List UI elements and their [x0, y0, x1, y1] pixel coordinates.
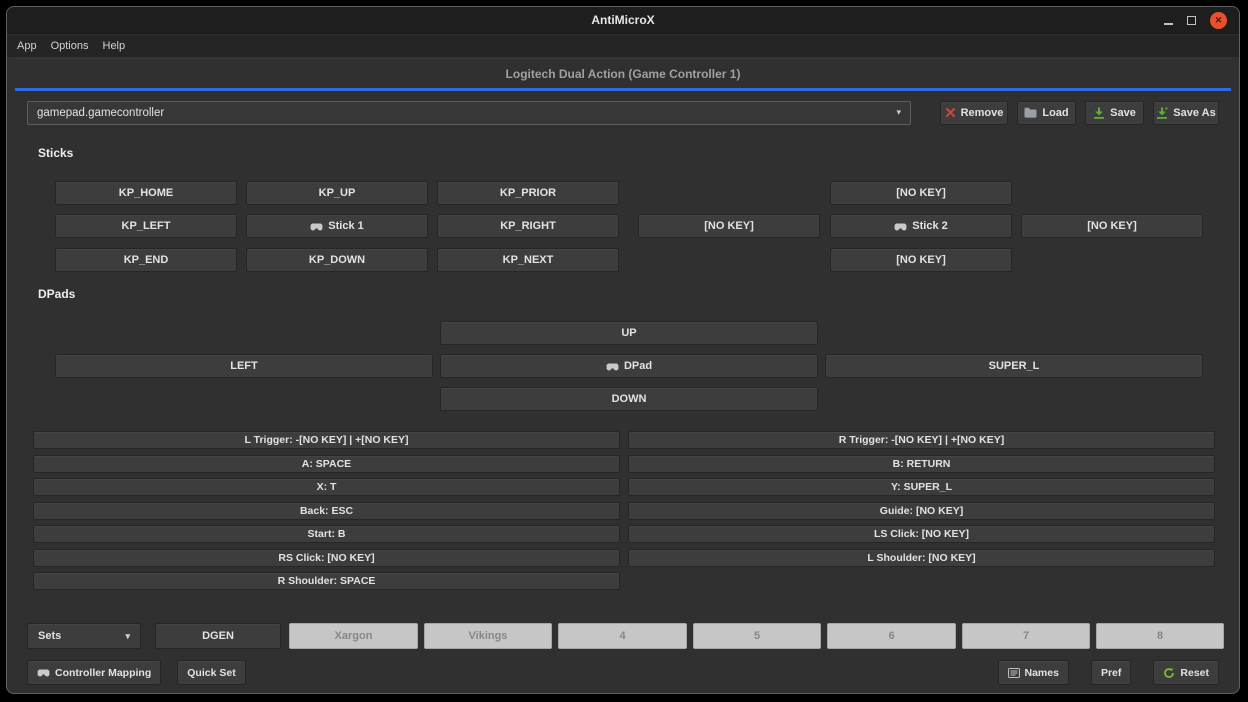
assignment-ls-click-button[interactable]: LS Click: [NO KEY] [628, 525, 1215, 543]
assignment-x-button[interactable]: X: T [33, 478, 620, 496]
dpads-group-title: DPads [38, 287, 75, 301]
stick1-down-button[interactable]: KP_DOWN [246, 248, 428, 272]
assignment-r-trigger-button[interactable]: R Trigger: -[NO KEY] | +[NO KEY] [628, 431, 1215, 449]
assignment-y-button[interactable]: Y: SUPER_L [628, 478, 1215, 496]
set-vikings-button[interactable]: Vikings [424, 623, 552, 649]
stick2-right-button[interactable]: [NO KEY] [1021, 214, 1203, 238]
set-5-button[interactable]: 5 [693, 623, 821, 649]
assignment-rs-click-button[interactable]: RS Click: [NO KEY] [33, 549, 620, 567]
stick1-up-left-button[interactable]: KP_HOME [55, 181, 237, 205]
profile-combobox-value: gamepad.gamecontroller [37, 107, 164, 119]
pref-button[interactable]: Pref [1091, 660, 1131, 685]
dpad-right-button[interactable]: SUPER_L [825, 354, 1203, 378]
menubar: App Options Help [7, 35, 1239, 57]
set-dgen-button[interactable]: DGEN [155, 623, 281, 649]
load-button[interactable]: Load [1017, 101, 1076, 125]
app-window: AntiMicroX ✕ App Options Help Logitech D… [6, 6, 1240, 694]
assignment-back-button[interactable]: Back: ESC [33, 502, 620, 520]
stick2-down-button[interactable]: [NO KEY] [830, 248, 1012, 272]
stick1-down-right-button[interactable]: KP_NEXT [437, 248, 619, 272]
minimize-button[interactable] [1164, 12, 1173, 30]
menu-app[interactable]: App [17, 40, 37, 52]
reset-icon [1163, 667, 1175, 679]
set-6-button[interactable]: 6 [827, 623, 956, 649]
bottom-bar-right: Names Pref Reset [998, 660, 1220, 686]
assignment-r-shoulder-button[interactable]: R Shoulder: SPACE [33, 572, 620, 590]
dropdown-arrow-icon: ▾ [896, 107, 901, 118]
save-button[interactable]: Save [1085, 101, 1144, 125]
dpad-up-button[interactable]: UP [440, 321, 818, 345]
gamepad-icon [37, 668, 50, 677]
assignment-a-button[interactable]: A: SPACE [33, 455, 620, 473]
close-icon: ✕ [1215, 15, 1223, 26]
menu-help[interactable]: Help [103, 40, 126, 52]
assignment-l-shoulder-button[interactable]: L Shoulder: [NO KEY] [628, 549, 1215, 567]
save-as-icon [1156, 107, 1168, 119]
bottom-bar-left: Controller Mapping Quick Set [27, 660, 246, 686]
controller-tab[interactable]: Logitech Dual Action (Game Controller 1) [15, 58, 1231, 91]
assignment-start-button[interactable]: Start: B [33, 525, 620, 543]
sets-dropdown-button[interactable]: Sets ▾ [27, 623, 141, 649]
set-xargon-button[interactable]: Xargon [289, 623, 418, 649]
set-4-button[interactable]: 4 [558, 623, 687, 649]
gamepad-icon [894, 222, 907, 231]
profile-buttons: Remove Load Save Save As [940, 101, 1219, 125]
stick1-center-button[interactable]: Stick 1 [246, 214, 428, 238]
controller-tab-label: Logitech Dual Action (Game Controller 1) [15, 59, 1231, 90]
assignment-l-trigger-button[interactable]: L Trigger: -[NO KEY] | +[NO KEY] [33, 431, 620, 449]
profile-combobox[interactable]: gamepad.gamecontroller ▾ [27, 101, 911, 125]
assignment-b-button[interactable]: B: RETURN [628, 455, 1215, 473]
sticks-group-title: Sticks [38, 146, 73, 160]
stick1-up-right-button[interactable]: KP_PRIOR [437, 181, 619, 205]
stick2-up-button[interactable]: [NO KEY] [830, 181, 1012, 205]
quick-set-button[interactable]: Quick Set [177, 660, 245, 685]
window-controls: ✕ [1164, 7, 1227, 34]
profile-bar: gamepad.gamecontroller ▾ Remove Load Sav… [27, 100, 1219, 125]
set-8-button[interactable]: 8 [1096, 623, 1224, 649]
stick1-down-left-button[interactable]: KP_END [55, 248, 237, 272]
stick1-up-button[interactable]: KP_UP [246, 181, 428, 205]
remove-button[interactable]: Remove [940, 101, 1008, 125]
gamepad-icon [606, 362, 619, 371]
dpad-left-button[interactable]: LEFT [55, 354, 433, 378]
gamepad-icon [310, 222, 323, 231]
dpad-down-button[interactable]: DOWN [440, 387, 818, 411]
controller-mapping-button[interactable]: Controller Mapping [27, 660, 161, 685]
minimize-icon [1164, 17, 1173, 25]
stick1-right-button[interactable]: KP_RIGHT [437, 214, 619, 238]
save-as-button[interactable]: Save As [1153, 101, 1219, 125]
stick1-left-button[interactable]: KP_LEFT [55, 214, 237, 238]
window-title: AntiMicroX [7, 7, 1239, 34]
assignment-guide-button[interactable]: Guide: [NO KEY] [628, 502, 1215, 520]
maximize-icon [1187, 16, 1196, 25]
load-icon [1024, 107, 1037, 118]
names-icon [1008, 668, 1020, 678]
maximize-button[interactable] [1187, 12, 1196, 30]
names-button[interactable]: Names [998, 660, 1069, 685]
set-7-button[interactable]: 7 [962, 623, 1090, 649]
menu-options[interactable]: Options [51, 40, 89, 52]
save-icon [1093, 107, 1105, 119]
remove-icon [945, 107, 956, 118]
titlebar: AntiMicroX ✕ [7, 7, 1239, 34]
stick2-center-button[interactable]: Stick 2 [830, 214, 1012, 238]
stick2-left-button[interactable]: [NO KEY] [638, 214, 820, 238]
reset-button[interactable]: Reset [1153, 660, 1219, 685]
dpad-center-button[interactable]: DPad [440, 354, 818, 378]
dropdown-arrow-icon: ▾ [125, 631, 130, 642]
close-button[interactable]: ✕ [1210, 12, 1227, 29]
